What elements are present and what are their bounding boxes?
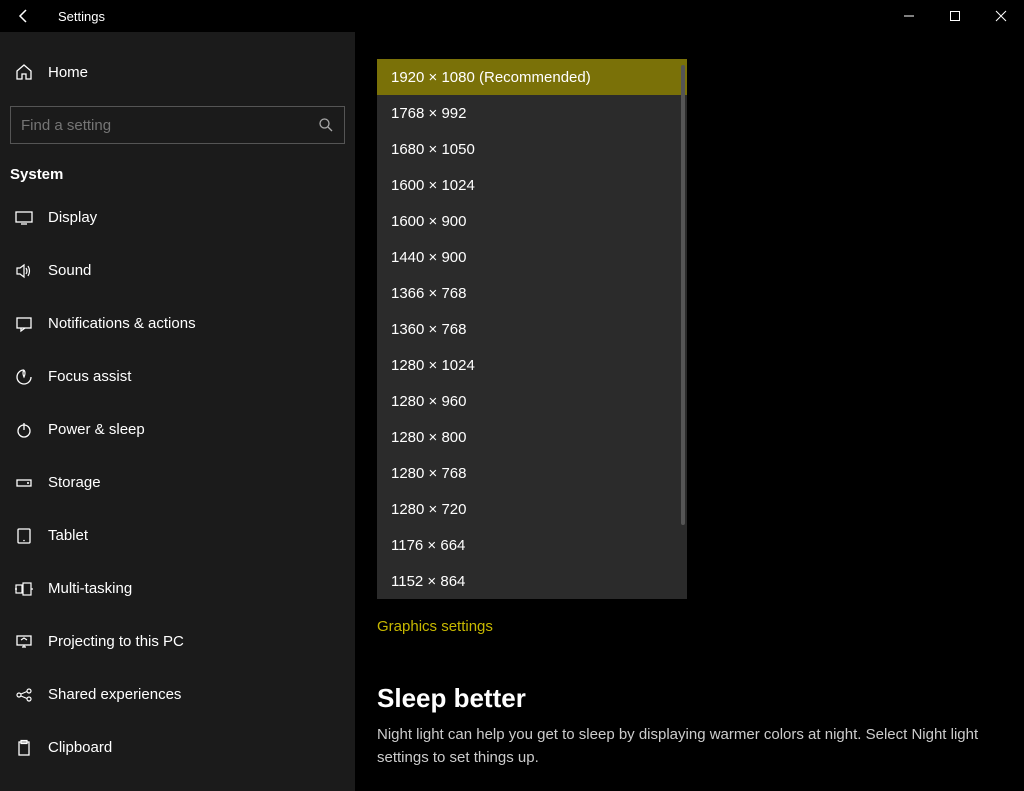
- dropdown-scrollbar[interactable]: [681, 65, 685, 525]
- resolution-option[interactable]: 1280 × 960: [377, 383, 687, 419]
- sidebar-item-multitasking[interactable]: Multi-tasking: [0, 562, 355, 615]
- resolution-option[interactable]: 1920 × 1080 (Recommended): [377, 59, 687, 95]
- resolution-option[interactable]: 1366 × 768: [377, 275, 687, 311]
- sidebar-item-shared[interactable]: Shared experiences: [0, 668, 355, 721]
- home-nav[interactable]: Home: [0, 50, 355, 94]
- home-label: Home: [48, 64, 88, 81]
- resolution-option[interactable]: 1280 × 800: [377, 419, 687, 455]
- sidebar-item-label: Projecting to this PC: [48, 633, 184, 650]
- resolution-option[interactable]: 1176 × 664: [377, 527, 687, 563]
- sidebar-item-label: Tablet: [48, 527, 88, 544]
- sidebar-item-label: Multi-tasking: [48, 580, 132, 597]
- search-icon: [318, 117, 334, 133]
- resolution-option[interactable]: 1680 × 1050: [377, 131, 687, 167]
- back-button[interactable]: [0, 0, 48, 32]
- notifications-icon: [14, 314, 34, 334]
- resolution-option[interactable]: 1600 × 1024: [377, 167, 687, 203]
- sleep-better-body: Night light can help you get to sleep by…: [377, 724, 994, 769]
- titlebar: Settings: [0, 0, 1024, 32]
- resolution-option[interactable]: 1768 × 992: [377, 95, 687, 131]
- close-button[interactable]: [978, 0, 1024, 32]
- clipboard-icon: [14, 738, 34, 758]
- sidebar-item-clipboard[interactable]: Clipboard: [0, 721, 355, 774]
- sidebar-item-sound[interactable]: Sound: [0, 244, 355, 297]
- sidebar-item-label: Display: [48, 209, 97, 226]
- resolution-option[interactable]: 1280 × 1024: [377, 347, 687, 383]
- sidebar-item-projecting[interactable]: Projecting to this PC: [0, 615, 355, 668]
- resolution-option[interactable]: 1280 × 720: [377, 491, 687, 527]
- window-title: Settings: [48, 9, 105, 24]
- shared-icon: [14, 685, 34, 705]
- maximize-icon: [949, 10, 961, 22]
- sidebar-item-storage[interactable]: Storage: [0, 456, 355, 509]
- power-icon: [14, 420, 34, 440]
- minimize-button[interactable]: [886, 0, 932, 32]
- sound-icon: [14, 261, 34, 281]
- sidebar-item-label: Shared experiences: [48, 686, 181, 703]
- sidebar-item-label: Power & sleep: [48, 421, 145, 438]
- sidebar-item-power[interactable]: Power & sleep: [0, 403, 355, 456]
- sidebar-item-label: Storage: [48, 474, 101, 491]
- home-icon: [14, 62, 34, 82]
- focus-icon: [14, 367, 34, 387]
- maximize-button[interactable]: [932, 0, 978, 32]
- resolution-option[interactable]: 1360 × 768: [377, 311, 687, 347]
- resolution-option[interactable]: 1152 × 864: [377, 563, 687, 599]
- sidebar-item-label: Clipboard: [48, 739, 112, 756]
- search-input[interactable]: [21, 117, 318, 134]
- multitasking-icon: [14, 579, 34, 599]
- sleep-better-heading: Sleep better: [377, 683, 994, 714]
- sidebar-item-focus[interactable]: Focus assist: [0, 350, 355, 403]
- sidebar-item-tablet[interactable]: Tablet: [0, 509, 355, 562]
- display-icon: [14, 208, 34, 228]
- graphics-settings-link[interactable]: Graphics settings: [377, 618, 994, 635]
- close-icon: [995, 10, 1007, 22]
- sidebar-item-notifications[interactable]: Notifications & actions: [0, 297, 355, 350]
- sidebar-item-label: Sound: [48, 262, 91, 279]
- sidebar-item-label: Focus assist: [48, 368, 131, 385]
- resolution-option[interactable]: 1440 × 900: [377, 239, 687, 275]
- resolution-option[interactable]: 1600 × 900: [377, 203, 687, 239]
- tablet-icon: [14, 526, 34, 546]
- resolution-dropdown[interactable]: 1920 × 1080 (Recommended)1768 × 9921680 …: [377, 59, 687, 599]
- sidebar-item-label: Notifications & actions: [48, 315, 196, 332]
- search-box[interactable]: [10, 106, 345, 144]
- back-arrow-icon: [16, 8, 32, 24]
- resolution-option[interactable]: 1280 × 768: [377, 455, 687, 491]
- sidebar: Home System Display Sound Notifications & …: [0, 32, 355, 791]
- storage-icon: [14, 473, 34, 493]
- minimize-icon: [903, 10, 915, 22]
- projecting-icon: [14, 632, 34, 652]
- category-heading: System: [0, 144, 355, 191]
- sidebar-item-display[interactable]: Display: [0, 191, 355, 244]
